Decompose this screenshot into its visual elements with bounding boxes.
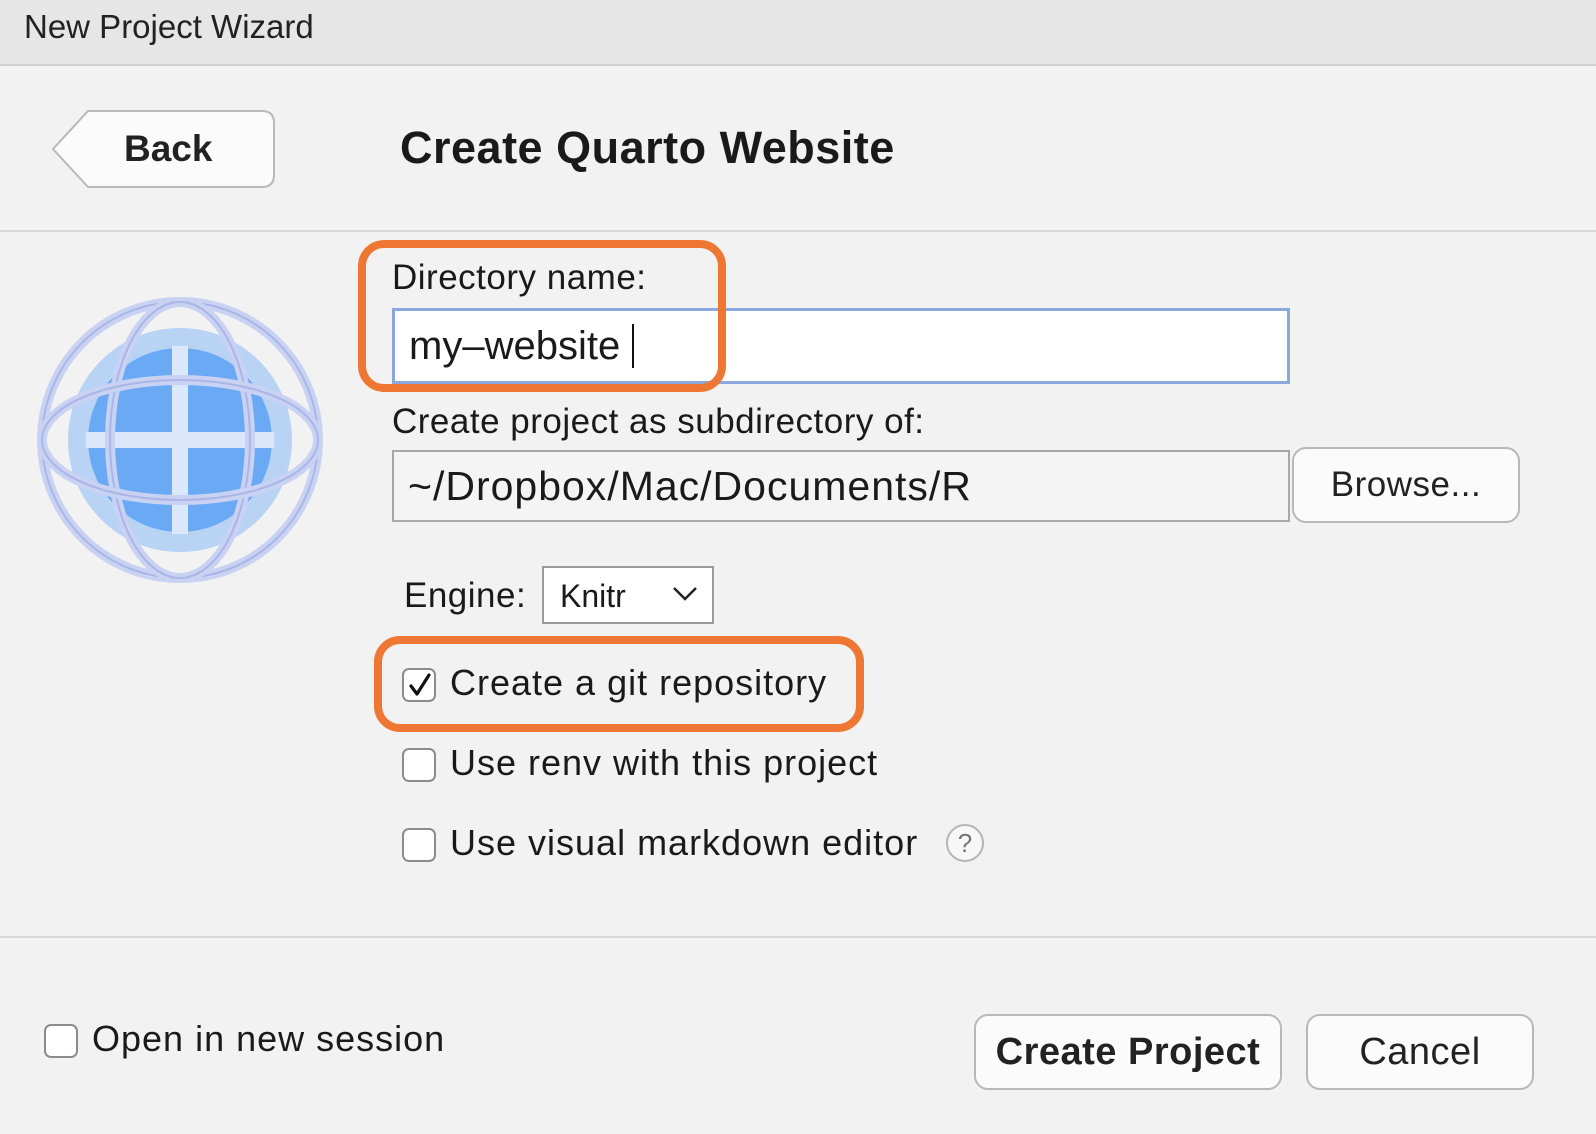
visual-editor-checkbox[interactable] bbox=[402, 828, 436, 862]
footer-divider bbox=[0, 936, 1596, 938]
cancel-button[interactable]: Cancel bbox=[1306, 1014, 1534, 1090]
open-new-session-checkbox[interactable] bbox=[44, 1024, 78, 1058]
checkmark-icon bbox=[409, 673, 431, 696]
back-button-label: Back bbox=[124, 128, 213, 169]
open-new-session-label: Open in new session bbox=[92, 1018, 446, 1059]
back-button[interactable]: Back bbox=[52, 110, 276, 188]
renv-checkbox[interactable] bbox=[402, 748, 436, 782]
engine-select[interactable]: Knitr bbox=[542, 566, 714, 624]
visual-editor-label: Use visual markdown editor bbox=[450, 822, 919, 863]
wizard-header: Back Create Quarto Website bbox=[0, 66, 1596, 232]
subdirectory-path-field[interactable]: ~/Dropbox/Mac/Documents/R bbox=[392, 450, 1290, 522]
renv-label: Use renv with this project bbox=[450, 742, 879, 783]
git-repo-label: Create a git repository bbox=[450, 662, 828, 703]
page-title: Create Quarto Website bbox=[400, 122, 895, 173]
header-divider bbox=[0, 230, 1596, 232]
engine-select-value: Knitr bbox=[560, 578, 626, 614]
title-bar: New Project Wizard bbox=[0, 0, 1596, 66]
window-title: New Project Wizard bbox=[24, 8, 314, 45]
browse-button[interactable]: Browse... bbox=[1292, 447, 1520, 523]
git-repo-checkbox[interactable] bbox=[402, 668, 436, 702]
help-icon[interactable]: ? bbox=[946, 824, 984, 862]
text-caret bbox=[632, 324, 634, 368]
quarto-globe-icon bbox=[37, 297, 323, 583]
directory-name-input[interactable] bbox=[392, 308, 1290, 384]
subdirectory-label: Create project as subdirectory of: bbox=[392, 402, 925, 441]
create-project-button[interactable]: Create Project bbox=[974, 1014, 1282, 1090]
engine-label: Engine: bbox=[404, 576, 527, 615]
directory-name-label: Directory name: bbox=[392, 258, 647, 297]
chevron-down-icon bbox=[673, 587, 697, 601]
